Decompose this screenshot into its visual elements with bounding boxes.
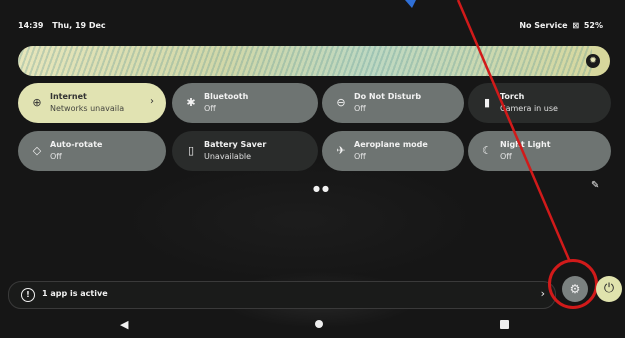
- tile-title: Torch: [500, 92, 525, 101]
- bluetooth-icon: ✱: [186, 96, 196, 109]
- globe-icon: ⊕: [32, 96, 42, 109]
- tile-torch[interactable]: ▮ Torch Camera in use: [468, 83, 611, 123]
- status-left: 14:39 Thu, 19 Dec: [18, 21, 112, 30]
- annotation-circle: [548, 259, 598, 309]
- tile-title: Do Not Disturb: [354, 92, 422, 101]
- power-button[interactable]: ⏻: [596, 276, 622, 302]
- edit-pencil-icon[interactable]: ✎: [591, 180, 603, 192]
- status-bar: 14:39 Thu, 19 Dec No Service ⊠ 52%: [18, 21, 603, 37]
- rotate-icon: ◇: [32, 144, 42, 157]
- flashlight-icon: ▮: [483, 96, 491, 109]
- home-button[interactable]: [315, 320, 323, 328]
- tile-night-light[interactable]: ☾ Night Light Off: [468, 131, 611, 171]
- tile-internet[interactable]: ⊕ Internet Networks unavaila ›: [18, 83, 166, 123]
- active-apps-bar[interactable]: ! 1 app is active ›: [8, 281, 556, 309]
- tile-subtitle: Networks unavaila: [50, 104, 125, 113]
- clock: 14:39: [18, 21, 44, 30]
- tile-do-not-disturb[interactable]: ⊖ Do Not Disturb Off: [322, 83, 464, 123]
- battery-icon: ▯: [187, 144, 195, 157]
- brightness-fill: [18, 46, 593, 76]
- navigation-bar: ◀: [0, 310, 625, 338]
- tile-title: Battery Saver: [204, 140, 267, 149]
- tile-title: Internet: [50, 92, 87, 101]
- brightness-slider[interactable]: ✹: [18, 46, 610, 76]
- active-apps-label: 1 app is active: [42, 289, 108, 298]
- back-button[interactable]: ◀: [120, 318, 128, 331]
- tile-title: Bluetooth: [204, 92, 249, 101]
- tile-auto-rotate[interactable]: ◇ Auto-rotate Off: [18, 131, 166, 171]
- tile-subtitle: Unavailable: [204, 152, 252, 161]
- chevron-right-icon: ›: [540, 287, 545, 300]
- tile-subtitle: Camera in use: [500, 104, 558, 113]
- tile-bluetooth[interactable]: ✱ Bluetooth Off: [172, 83, 318, 123]
- tile-battery-saver[interactable]: ▯ Battery Saver Unavailable: [172, 131, 318, 171]
- chevron-right-icon: ›: [150, 96, 154, 107]
- dnd-icon: ⊖: [336, 96, 346, 109]
- tile-title: Auto-rotate: [50, 140, 103, 149]
- power-icon: ⏻: [603, 281, 615, 296]
- tile-subtitle: Off: [354, 104, 366, 113]
- page-indicator: ●●: [313, 184, 331, 193]
- airplane-icon: ✈: [336, 144, 346, 157]
- tile-subtitle: Off: [354, 152, 366, 161]
- status-right: No Service ⊠ 52%: [517, 21, 603, 30]
- info-icon: !: [21, 288, 35, 302]
- no-sim-icon: ⊠: [572, 21, 580, 30]
- tile-aeroplane-mode[interactable]: ✈ Aeroplane mode Off: [322, 131, 464, 171]
- network-status: No Service: [519, 21, 568, 30]
- brightness-icon: ✹: [586, 54, 600, 68]
- date: Thu, 19 Dec: [52, 21, 106, 30]
- tile-title: Aeroplane mode: [354, 140, 428, 149]
- recents-button[interactable]: [500, 320, 509, 329]
- tile-title: Night Light: [500, 140, 551, 149]
- moon-icon: ☾: [482, 144, 492, 157]
- battery-percent: 52%: [583, 21, 603, 30]
- tile-subtitle: Off: [50, 152, 62, 161]
- tile-subtitle: Off: [204, 104, 216, 113]
- tile-subtitle: Off: [500, 152, 512, 161]
